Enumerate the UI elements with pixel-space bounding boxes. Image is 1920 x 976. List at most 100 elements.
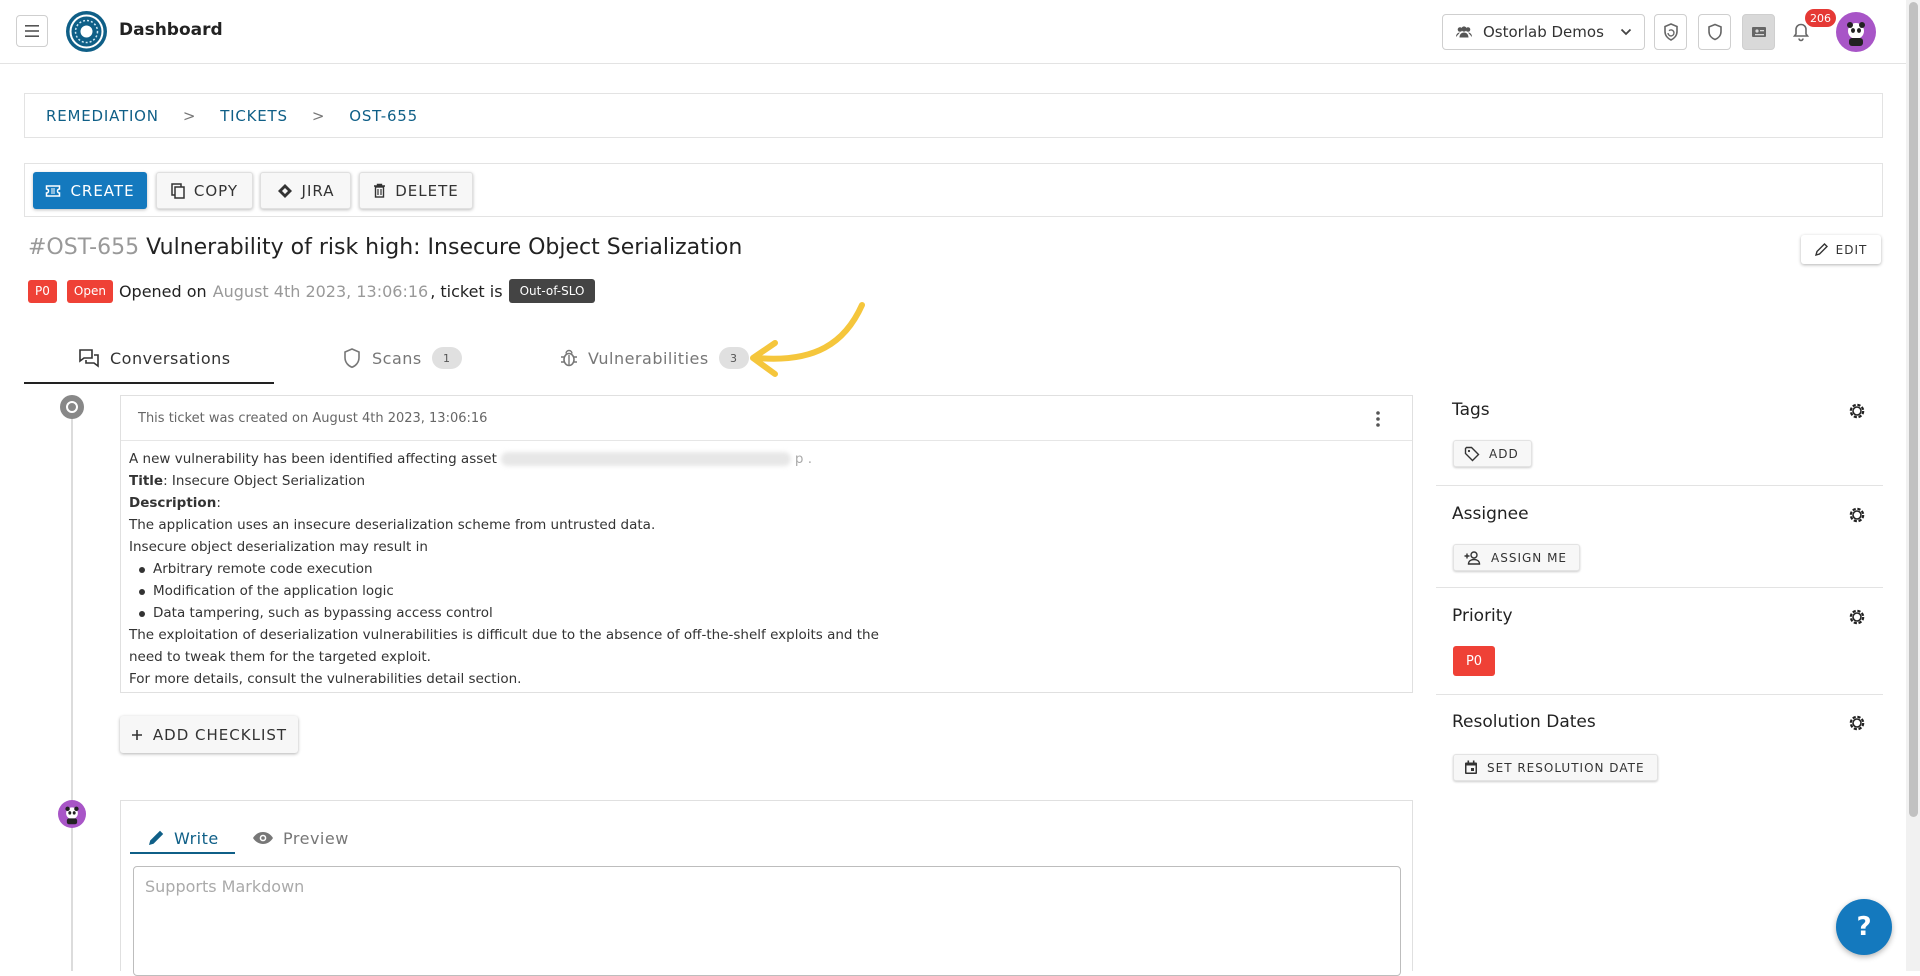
- breadcrumb-current-ticket[interactable]: OST-655: [349, 107, 418, 125]
- impact-list-item: Arbitrary remote code execution: [129, 558, 1399, 580]
- organization-select[interactable]: Ostorlab Demos: [1442, 14, 1645, 50]
- bell-icon: [1792, 23, 1810, 42]
- copy-icon: [171, 182, 185, 199]
- comment-input[interactable]: Supports Markdown: [133, 866, 1401, 976]
- panda-avatar-icon: [1847, 22, 1865, 46]
- ticket-id: #OST-655: [28, 235, 140, 260]
- pencil-icon: [1814, 243, 1828, 256]
- logo-icon: [69, 14, 104, 49]
- scans-count-badge: 1: [431, 347, 462, 369]
- message-intro-end: p .: [794, 451, 813, 467]
- timeline-event-icon: [60, 395, 84, 419]
- edit-button[interactable]: EDIT: [1801, 235, 1881, 264]
- add-checklist-button[interactable]: ADD CHECKLIST: [120, 716, 298, 753]
- user-avatar[interactable]: [1836, 12, 1876, 52]
- add-tag-label: ADD: [1489, 446, 1519, 461]
- tags-section: Tags ADD: [1436, 395, 1883, 486]
- impact-list-item: Data tampering, such as bypassing access…: [129, 602, 1399, 624]
- tag-icon: [1464, 446, 1480, 461]
- shield-icon: [344, 348, 360, 369]
- assignee-settings-button[interactable]: [1845, 503, 1869, 527]
- write-tab-label: Write: [174, 828, 219, 848]
- redacted-asset: [500, 452, 791, 466]
- description-colon: :: [216, 495, 221, 511]
- priority-section: Priority P0: [1436, 588, 1883, 695]
- set-resolution-date-label: SET RESOLUTION DATE: [1487, 760, 1645, 775]
- opened-date: August 4th 2023, 13:06:16: [212, 281, 429, 301]
- create-button[interactable]: CREATE: [33, 172, 147, 209]
- ticket-is-label: , ticket is: [430, 281, 503, 301]
- comment-author-avatar: [58, 800, 86, 828]
- scrollbar-thumb[interactable]: [1909, 2, 1918, 817]
- tags-title: Tags: [1452, 400, 1490, 420]
- description-line: The application uses an insecure deseria…: [129, 517, 656, 533]
- gear-icon: [1849, 403, 1865, 419]
- refresh-scan-button[interactable]: [1654, 14, 1687, 50]
- assignee-section: Assignee ASSIGN ME: [1436, 486, 1883, 588]
- eye-icon: [253, 832, 273, 844]
- add-tag-button[interactable]: ADD: [1453, 440, 1532, 467]
- tab-conversations-label: Conversations: [110, 348, 231, 368]
- breadcrumb-tickets[interactable]: TICKETS: [220, 107, 288, 125]
- message-menu-button[interactable]: [1366, 407, 1390, 431]
- delete-button[interactable]: DELETE: [359, 172, 473, 209]
- description-line: Insecure object deserialization may resu…: [129, 539, 428, 555]
- tags-settings-button[interactable]: [1845, 399, 1869, 423]
- add-user-icon: [1464, 550, 1481, 565]
- help-button[interactable]: ?: [1836, 899, 1892, 955]
- jira-button[interactable]: JIRA: [260, 172, 351, 209]
- assign-me-label: ASSIGN ME: [1491, 550, 1568, 565]
- resolution-settings-button[interactable]: [1845, 711, 1869, 735]
- message-intro-line: A new vulnerability has been identified …: [129, 448, 1399, 470]
- breadcrumb-separator: >: [311, 106, 326, 125]
- refresh-icon: [1663, 23, 1678, 41]
- breadcrumb: REMEDIATION > TICKETS > OST-655: [24, 93, 1883, 138]
- message-body: A new vulnerability has been identified …: [129, 448, 1399, 690]
- shield-icon: [1707, 23, 1722, 41]
- tab-scans-label: Scans: [372, 348, 422, 368]
- organization-name: Ostorlab Demos: [1483, 23, 1604, 41]
- breadcrumb-separator: >: [182, 106, 197, 125]
- ticket-icon: [46, 184, 61, 197]
- write-tab[interactable]: Write: [147, 826, 219, 850]
- comment-placeholder: Supports Markdown: [145, 877, 305, 896]
- help-icon: ?: [1856, 912, 1872, 942]
- trash-icon: [374, 183, 386, 198]
- title-value: : Insecure Object Serialization: [163, 473, 366, 489]
- edit-button-label: EDIT: [1835, 242, 1868, 257]
- resolution-dates-section: Resolution Dates SET RESOLUTION DATE: [1436, 695, 1883, 790]
- tickets-button[interactable]: [1742, 14, 1775, 50]
- gear-icon: [1849, 715, 1865, 731]
- preview-tab[interactable]: Preview: [252, 826, 349, 850]
- message-header: This ticket was created on August 4th 20…: [121, 396, 1412, 441]
- opened-on-label: Opened on: [118, 281, 207, 301]
- assign-me-button[interactable]: ASSIGN ME: [1453, 544, 1581, 571]
- ticket-title-text: Vulnerability of risk high: Insecure Obj…: [146, 235, 743, 260]
- description-label: Description: [129, 495, 217, 511]
- tab-scans[interactable]: Scans 1: [342, 346, 462, 370]
- tab-conversations[interactable]: Conversations: [78, 346, 231, 370]
- annotation-arrow-icon: [750, 302, 865, 377]
- priority-settings-button[interactable]: [1845, 605, 1869, 629]
- copy-button-label: COPY: [193, 181, 239, 200]
- menu-button[interactable]: [16, 15, 48, 47]
- bug-icon: [561, 349, 577, 367]
- plus-icon: [131, 729, 142, 740]
- closing-line: The exploitation of deserialization vuln…: [129, 627, 879, 643]
- gear-icon: [1849, 609, 1865, 625]
- resolution-dates-title: Resolution Dates: [1452, 712, 1596, 732]
- message-created-text: This ticket was created on August 4th 20…: [138, 411, 488, 426]
- app-logo[interactable]: [66, 11, 107, 52]
- calendar-icon: [1465, 760, 1477, 774]
- security-button[interactable]: [1698, 14, 1731, 50]
- jira-button-label: JIRA: [301, 181, 335, 200]
- breadcrumb-remediation[interactable]: REMEDIATION: [46, 107, 159, 125]
- tab-vulnerabilities[interactable]: Vulnerabilities 3: [560, 346, 749, 370]
- delete-button-label: DELETE: [395, 181, 459, 200]
- copy-button[interactable]: COPY: [156, 172, 253, 209]
- message-intro: A new vulnerability has been identified …: [129, 451, 497, 467]
- timeline-line: [71, 410, 73, 971]
- set-resolution-date-button[interactable]: SET RESOLUTION DATE: [1453, 754, 1658, 781]
- priority-title: Priority: [1452, 606, 1513, 626]
- more-vertical-icon: [1376, 411, 1380, 427]
